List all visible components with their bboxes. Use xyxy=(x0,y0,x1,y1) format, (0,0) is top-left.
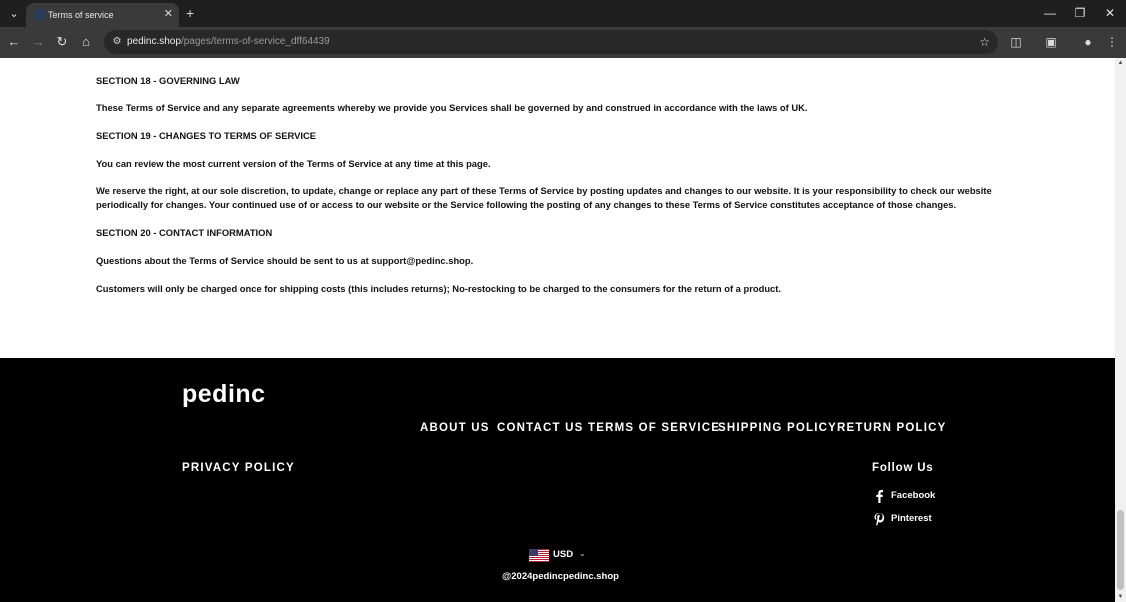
forward-arrow-icon[interactable]: → xyxy=(29,33,47,51)
browser-toolbar: ← → ↻ ⌂ ⚙ pedinc.shop/pages/terms-of-ser… xyxy=(0,27,1126,58)
site-footer: pedinc ABOUT US CONTACT US TERMS OF SERV… xyxy=(0,358,1115,602)
url-host: pedinc.shop xyxy=(127,36,181,47)
web-page: SECTION 18 - GOVERNING LAW These Terms o… xyxy=(0,58,1115,602)
currency-selector[interactable]: USD ⌄ xyxy=(529,548,599,564)
tab-title: Terms of service xyxy=(48,10,114,20)
minimize-icon[interactable]: — xyxy=(1040,4,1060,22)
us-flag-icon xyxy=(529,549,549,562)
back-arrow-icon[interactable]: ← xyxy=(5,33,23,51)
footer-link-shipping-policy[interactable]: SHIPPING POLICY xyxy=(718,422,837,434)
section-heading: SECTION 19 - CHANGES TO TERMS OF SERVICE xyxy=(96,130,317,141)
address-bar[interactable]: ⚙ pedinc.shop/pages/terms-of-service_dff… xyxy=(104,30,998,54)
scroll-up-arrow-icon[interactable]: ▲ xyxy=(1115,58,1126,68)
pinterest-icon xyxy=(874,513,885,526)
follow-us-heading: Follow Us xyxy=(872,462,934,474)
copyright-text: @2024pedincpedinc.shop xyxy=(502,571,619,582)
favicon-icon xyxy=(34,9,46,21)
tab-close-icon[interactable]: ✕ xyxy=(164,7,173,21)
profile-icon[interactable]: ● xyxy=(1079,33,1097,51)
screen-capture-icon[interactable]: ▣ xyxy=(1042,33,1060,51)
reload-icon[interactable]: ↻ xyxy=(53,33,71,51)
currency-label: USD xyxy=(553,549,574,560)
more-menu-icon[interactable]: ⋮ xyxy=(1103,33,1121,51)
scroll-thumb[interactable] xyxy=(1117,510,1124,590)
footer-link-privacy-policy[interactable]: PRIVACY POLICY xyxy=(182,462,295,474)
footer-logo[interactable]: pedinc xyxy=(182,380,266,409)
footer-link-about-us[interactable]: ABOUT US xyxy=(420,422,490,434)
chevron-down-icon: ⌄ xyxy=(579,549,586,558)
paragraph: You can review the most current version … xyxy=(96,158,491,169)
paragraph: Questions about the Terms of Service sho… xyxy=(96,255,474,266)
section-heading: SECTION 18 - GOVERNING LAW xyxy=(96,75,240,86)
extensions-icon[interactable]: ◫ xyxy=(1007,33,1025,51)
page-scrollbar[interactable]: ▲ ▼ xyxy=(1115,58,1126,602)
facebook-label: Facebook xyxy=(891,490,936,501)
section-heading: SECTION 20 - CONTACT INFORMATION xyxy=(96,227,273,238)
browser-tab[interactable]: Terms of service ✕ xyxy=(26,3,179,27)
restore-icon[interactable]: ❐ xyxy=(1070,4,1090,22)
pinterest-label: Pinterest xyxy=(891,513,932,524)
scroll-down-arrow-icon[interactable]: ▼ xyxy=(1115,592,1126,602)
browser-tab-bar: ⌄ Terms of service ✕ + — ❐ ✕ xyxy=(0,0,1126,27)
facebook-link[interactable]: Facebook xyxy=(873,489,943,505)
url-text[interactable]: pedinc.shop/pages/terms-of-service_dff64… xyxy=(127,35,330,49)
footer-link-contact-us[interactable]: CONTACT US xyxy=(497,422,584,434)
paragraph: Customers will only be charged once for … xyxy=(96,283,781,294)
footer-link-terms-of-service[interactable]: TERMS OF SERVICE xyxy=(588,422,720,434)
url-path: /pages/terms-of-service_dff64439 xyxy=(180,36,330,47)
paragraph: We reserve the right, at our sole discre… xyxy=(96,185,992,210)
paragraph: These Terms of Service and any separate … xyxy=(96,102,808,113)
home-icon[interactable]: ⌂ xyxy=(77,33,95,51)
new-tab-plus-icon[interactable]: + xyxy=(186,4,194,22)
bookmark-star-icon[interactable]: ☆ xyxy=(979,34,990,50)
tab-search-chevron-icon[interactable]: ⌄ xyxy=(4,4,24,24)
footer-link-return-policy[interactable]: RETURN POLICY xyxy=(837,422,947,434)
pinterest-link[interactable]: Pinterest xyxy=(873,512,943,528)
site-info-icon[interactable]: ⚙ xyxy=(110,35,124,49)
window-close-icon[interactable]: ✕ xyxy=(1100,4,1120,22)
facebook-icon xyxy=(876,490,883,503)
